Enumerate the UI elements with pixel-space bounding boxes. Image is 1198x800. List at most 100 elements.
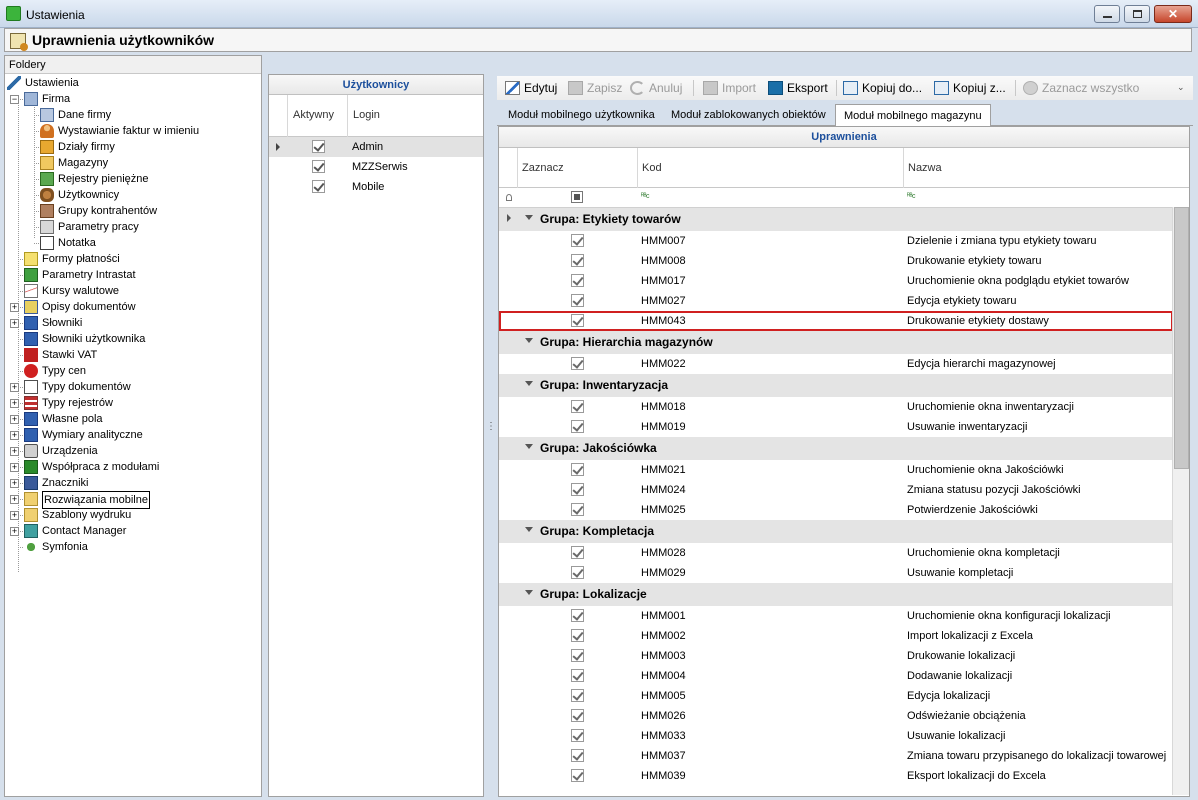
permission-row[interactable]: HMM007 Dzielenie i zmiana typu etykiety t… bbox=[499, 231, 1173, 251]
folder-tree-item[interactable]: Dane firmy bbox=[5, 107, 255, 123]
folder-tree-item[interactable]: − Firma bbox=[5, 91, 255, 107]
group-collapse-icon[interactable] bbox=[525, 338, 533, 343]
permission-checkbox[interactable] bbox=[571, 400, 584, 413]
permission-row[interactable]: HMM025 Potwierdzenie Jakościówki bbox=[499, 500, 1173, 520]
user-active-checkbox[interactable] bbox=[312, 180, 325, 193]
permission-checkbox[interactable] bbox=[571, 689, 584, 702]
permission-checkbox[interactable] bbox=[571, 254, 584, 267]
permission-checkbox[interactable] bbox=[571, 629, 584, 642]
permission-row[interactable]: HMM005 Edycja lokalizacji bbox=[499, 686, 1173, 706]
folder-tree-item[interactable]: Rejestry pieniężne bbox=[5, 171, 255, 187]
permission-checkbox[interactable] bbox=[571, 503, 584, 516]
permission-row[interactable]: HMM039 Eksport lokalizacji do Excela bbox=[499, 766, 1173, 786]
folder-tree-item[interactable]: + Urządzenia bbox=[5, 443, 255, 459]
expand-icon[interactable]: + bbox=[10, 415, 19, 424]
permission-checkbox[interactable] bbox=[571, 357, 584, 370]
folder-tree-item[interactable]: Stawki VAT bbox=[5, 347, 255, 363]
minimize-button[interactable] bbox=[1094, 5, 1120, 23]
folder-tree-item[interactable]: + Typy rejestrów bbox=[5, 395, 255, 411]
folder-tree-item[interactable]: Ustawienia bbox=[5, 75, 255, 91]
folder-tree-item[interactable]: + Wymiary analityczne bbox=[5, 427, 255, 443]
permission-group-row[interactable]: Grupa: Inwentaryzacja bbox=[499, 374, 1173, 397]
permission-checkbox[interactable] bbox=[571, 649, 584, 662]
folder-tree-item[interactable]: + Typy dokumentów bbox=[5, 379, 255, 395]
permission-checkbox[interactable] bbox=[571, 566, 584, 579]
folder-tree-item[interactable]: + Znaczniki bbox=[5, 475, 255, 491]
permission-checkbox[interactable] bbox=[571, 729, 584, 742]
folder-tree-item[interactable]: + Własne pola bbox=[5, 411, 255, 427]
expand-icon[interactable]: + bbox=[10, 447, 19, 456]
permission-checkbox[interactable] bbox=[571, 314, 584, 327]
group-collapse-icon[interactable] bbox=[525, 444, 533, 449]
permission-row[interactable]: HMM008 Drukowanie etykiety towaru bbox=[499, 251, 1173, 271]
permission-row[interactable]: HMM024 Zmiana statusu pozycji Jakościówki bbox=[499, 480, 1173, 500]
permission-row[interactable]: HMM037 Zmiana towaru przypisanego do loka… bbox=[499, 746, 1173, 766]
expand-icon[interactable]: + bbox=[10, 319, 19, 328]
permission-checkbox[interactable] bbox=[571, 294, 584, 307]
expand-icon[interactable]: + bbox=[10, 383, 19, 392]
permission-group-row[interactable]: Grupa: Hierarchia magazynów bbox=[499, 331, 1173, 354]
folder-tree-item[interactable]: + Współpraca z modułami bbox=[5, 459, 255, 475]
folder-tree-item[interactable]: Magazyny bbox=[5, 155, 255, 171]
folder-tree-item[interactable]: Symfonia bbox=[5, 539, 255, 555]
permission-row[interactable]: HMM033 Usuwanie lokalizacji bbox=[499, 726, 1173, 746]
permission-row[interactable]: HMM001 Uruchomienie okna konfiguracji lok… bbox=[499, 606, 1173, 626]
permission-row[interactable]: HMM021 Uruchomienie okna Jakościówki bbox=[499, 460, 1173, 480]
group-collapse-icon[interactable] bbox=[525, 527, 533, 532]
permission-checkbox[interactable] bbox=[571, 274, 584, 287]
folder-tree-item[interactable]: Notatka bbox=[5, 235, 255, 251]
folder-tree-item[interactable]: + Słowniki bbox=[5, 315, 255, 331]
column-header-code[interactable]: Kod bbox=[637, 148, 903, 188]
permission-checkbox[interactable] bbox=[571, 709, 584, 722]
expand-icon[interactable]: + bbox=[10, 463, 19, 472]
permission-row[interactable]: HMM022 Edycja hierarchi magazynowej bbox=[499, 354, 1173, 374]
column-header-check[interactable]: Zaznacz bbox=[517, 148, 637, 188]
folder-tree-item[interactable]: Wystawianie faktur w imieniu bbox=[5, 123, 255, 139]
permission-checkbox[interactable] bbox=[571, 769, 584, 782]
filter-name-input[interactable]: ᴿᴮc bbox=[907, 193, 916, 200]
permission-checkbox[interactable] bbox=[571, 546, 584, 559]
permission-row[interactable]: HMM002 Import lokalizacji z Excela bbox=[499, 626, 1173, 646]
maximize-button[interactable] bbox=[1124, 5, 1150, 23]
panel-splitter[interactable]: ⋮ bbox=[486, 422, 496, 444]
folder-tree-item[interactable]: Parametry pracy bbox=[5, 219, 255, 235]
folder-tree-item[interactable]: Działy firmy bbox=[5, 139, 255, 155]
permission-row[interactable]: HMM019 Usuwanie inwentaryzacji bbox=[499, 417, 1173, 437]
close-button[interactable]: ✕ bbox=[1154, 5, 1192, 23]
permission-checkbox[interactable] bbox=[571, 483, 584, 496]
collapse-icon[interactable]: − bbox=[10, 95, 19, 104]
tab-mobile-user-module[interactable]: Moduł mobilnego użytkownika bbox=[500, 104, 663, 126]
vertical-scrollbar[interactable] bbox=[1172, 207, 1189, 795]
folder-tree-item[interactable]: Formy płatności bbox=[5, 251, 255, 267]
column-header-active[interactable]: Aktywny bbox=[287, 95, 347, 137]
filter-check-toggle[interactable] bbox=[571, 191, 583, 203]
group-collapse-icon[interactable] bbox=[525, 381, 533, 386]
expand-icon[interactable]: + bbox=[10, 527, 19, 536]
expand-icon[interactable]: + bbox=[10, 431, 19, 440]
tab-mobile-warehouse-module[interactable]: Moduł mobilnego magazynu bbox=[835, 104, 991, 127]
user-active-checkbox[interactable] bbox=[312, 160, 325, 173]
folder-tree-item[interactable]: + Opisy dokumentów bbox=[5, 299, 255, 315]
permission-checkbox[interactable] bbox=[571, 609, 584, 622]
toolbar-overflow-chevron-icon[interactable]: ⌄ bbox=[1177, 82, 1187, 92]
tab-locked-objects-module[interactable]: Moduł zablokowanych obiektów bbox=[663, 104, 834, 126]
permission-checkbox[interactable] bbox=[571, 420, 584, 433]
folder-tree-item[interactable]: Słowniki użytkownika bbox=[5, 331, 255, 347]
expand-icon[interactable]: + bbox=[10, 303, 19, 312]
permission-row[interactable]: HMM027 Edycja etykiety towaru bbox=[499, 291, 1173, 311]
permission-row[interactable]: HMM026 Odświeżanie obciążenia bbox=[499, 706, 1173, 726]
expand-icon[interactable]: + bbox=[10, 399, 19, 408]
permission-group-row[interactable]: Grupa: Etykiety towarów bbox=[499, 208, 1173, 231]
folder-tree-item[interactable]: Użytkownicy bbox=[5, 187, 255, 203]
permission-group-row[interactable]: Grupa: Lokalizacje bbox=[499, 583, 1173, 606]
group-collapse-icon[interactable] bbox=[525, 215, 533, 220]
permission-row[interactable]: HMM017 Uruchomienie okna podglądu etykiet… bbox=[499, 271, 1173, 291]
column-header-name[interactable]: Nazwa bbox=[903, 148, 1173, 188]
expand-icon[interactable]: + bbox=[10, 479, 19, 488]
permission-row[interactable]: HMM028 Uruchomienie okna kompletacji bbox=[499, 543, 1173, 563]
folder-tree-item[interactable]: Grupy kontrahentów bbox=[5, 203, 255, 219]
column-header-login[interactable]: Login bbox=[347, 95, 484, 137]
folder-tree-item[interactable]: + Szablony wydruku bbox=[5, 507, 255, 523]
permission-checkbox[interactable] bbox=[571, 669, 584, 682]
group-collapse-icon[interactable] bbox=[525, 590, 533, 595]
